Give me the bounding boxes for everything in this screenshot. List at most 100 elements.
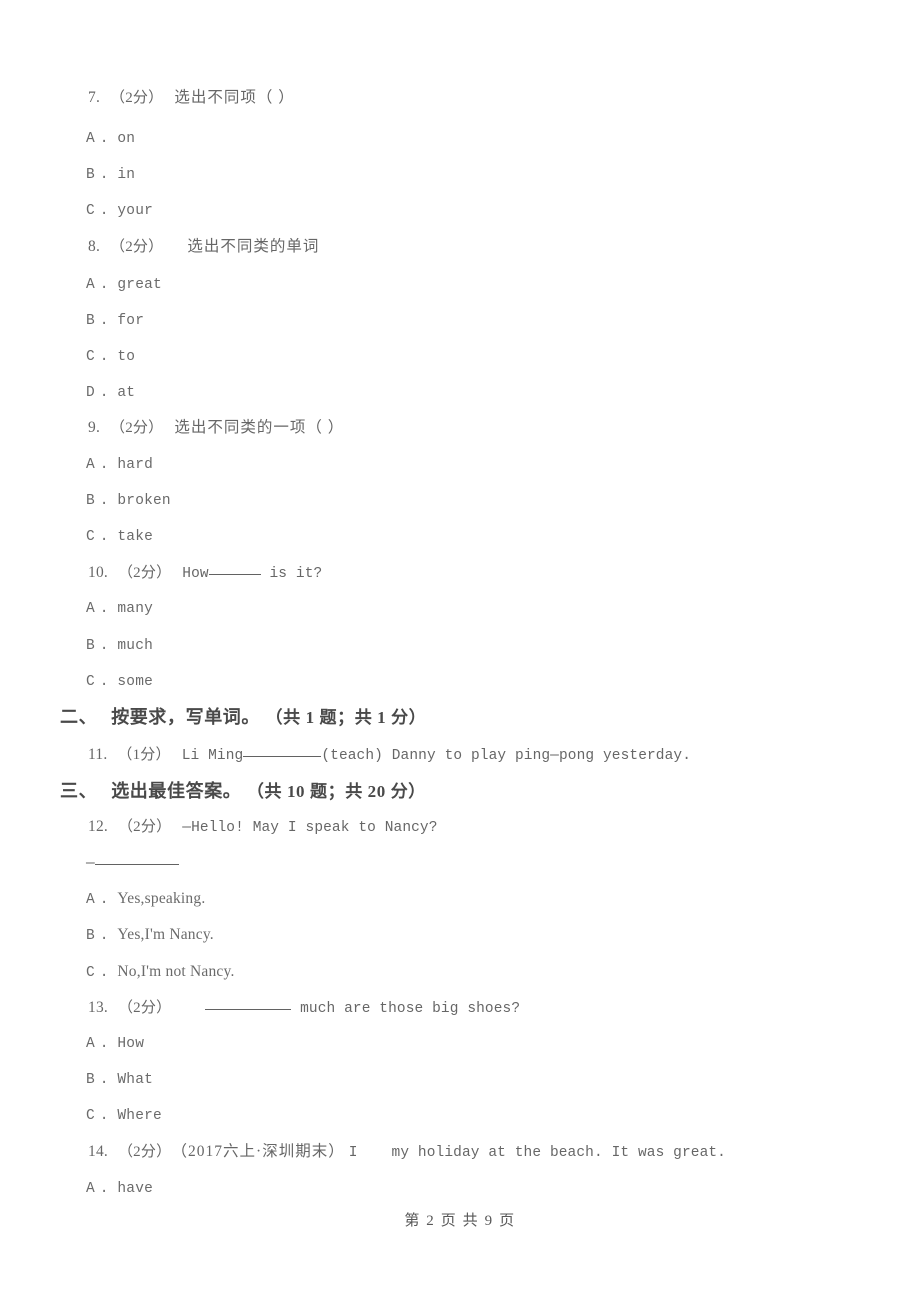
option-dot: . [99,965,109,981]
question-score-q9: （2分） [110,420,164,436]
option-q12-b[interactable]: B. Yes,I'm Nancy. [86,927,214,944]
option-q8-c[interactable]: C. to [86,349,135,365]
option-text: Yes,I'm Nancy. [117,926,214,943]
question-number-q11: 11. [88,746,108,763]
answer-blank-q13[interactable] [205,1009,292,1010]
question-score-q14: （2分） [117,1144,172,1160]
option-q8-b[interactable]: B. for [86,313,144,329]
section-heading-2: 二、 按要求，写单词。 （共 1 题；共 1 分） [60,708,426,726]
option-q9-a[interactable]: A. hard [86,457,153,473]
option-letter: A [86,131,95,147]
option-q8-d[interactable]: D. at [86,385,135,401]
option-q10-b[interactable]: B. much [86,638,153,654]
option-letter: C [86,529,95,545]
option-q12-a[interactable]: A. Yes,speaking. [86,891,205,908]
option-letter: B [86,493,95,509]
question-text-q10-before: How [182,566,209,582]
option-q9-c[interactable]: C. take [86,529,153,545]
section-count: （共 1 题；共 1 分） [274,708,427,727]
option-q13-b[interactable]: B. What [86,1072,153,1088]
section-heading-3: 三、 选出最佳答案。 （共 10 题；共 20 分） [60,782,426,800]
option-q9-b[interactable]: B. broken [86,493,171,509]
option-letter: C [86,1108,95,1124]
option-dot: . [99,1072,109,1088]
answer-blank-q10[interactable] [208,574,261,575]
question-number-q7: 7. [88,89,101,106]
option-letter: B [86,313,95,329]
option-dot: . [99,892,109,908]
option-q13-a[interactable]: A. How [86,1036,144,1052]
option-text: Where [117,1108,162,1124]
option-text: your [117,203,154,219]
option-q13-c[interactable]: C. Where [86,1108,162,1124]
option-text: have [117,1181,154,1197]
option-text: at [117,385,136,401]
option-text: some [117,674,154,690]
option-text: take [117,529,154,545]
option-text: to [117,349,136,365]
question-stem-q10: 10. （2分） How is it? [88,565,322,582]
question-stem-q9: 9. （2分） 选出不同类的一项（ ） [88,420,344,436]
answer-blank-q12[interactable] [94,864,179,865]
page-footer: 第 2 页 共 9 页 [404,1213,516,1229]
question-number-q9: 9. [88,419,101,436]
question-number-q12: 12. [88,818,108,835]
option-dot: . [99,529,109,545]
question-number-q14: 14. [88,1143,108,1160]
question-text-q7: 选出不同项（ ） [174,89,295,106]
option-q10-a[interactable]: A. many [86,601,153,617]
option-text: much [117,638,154,654]
option-letter: A [86,1181,95,1197]
section-title: 按要求，写单词。 [111,707,261,727]
option-letter: C [86,203,95,219]
question-score-q8: （2分） [110,239,164,255]
section-index: 三、 [60,781,98,801]
question-stem-q14: 14. （2分） （2017六上·深圳期末） Imy holiday at the b… [88,1144,726,1161]
question-text-q14-before: I [348,1145,358,1161]
question-stem-q13: 13. （2分） much are those big shoes? [88,1000,520,1017]
option-text: for [117,313,145,329]
option-letter: B [86,167,95,183]
option-text: Yes,speaking. [117,890,206,907]
option-letter: A [86,457,95,473]
question-score-q7: （2分） [110,90,164,106]
option-q7-c[interactable]: C. your [86,203,153,219]
option-dot: . [99,674,109,690]
option-text: What [117,1072,154,1088]
question-number-q10: 10. [88,564,108,581]
question-number-q13: 13. [88,999,108,1016]
option-text: How [117,1036,145,1052]
question-text-q12: —Hello! May I speak to Nancy? [182,820,438,836]
option-q10-c[interactable]: C. some [86,674,153,690]
question-text-q10-after: is it? [260,566,323,582]
option-dot: . [99,167,109,183]
option-q12-c[interactable]: C. No,I'm not Nancy. [86,964,235,981]
option-q7-a[interactable]: A. on [86,131,135,147]
option-text: broken [117,493,171,509]
option-letter: C [86,349,95,365]
section-count: （共 10 题；共 20 分） [255,782,426,801]
option-dot: . [99,385,109,401]
option-dot: . [99,638,109,654]
question-stem-q11: 11. （1分） Li Ming (teach) Danny to play ping… [88,747,691,764]
option-q14-a[interactable]: A. have [86,1181,153,1197]
option-text: No,I'm not Nancy. [117,963,235,980]
option-letter: B [86,928,95,944]
question-score-q12: （2分） [117,819,172,835]
option-dot: . [99,313,109,329]
option-letter: C [86,674,95,690]
option-q8-a[interactable]: A. great [86,277,162,293]
dialogue-dash: — [86,856,95,872]
option-letter: A [86,601,95,617]
answer-blank-q11[interactable] [243,756,322,757]
option-dot: . [99,601,109,617]
option-dot: . [99,203,109,219]
question-text-q11-after: (teach) Danny to play ping—pong yesterda… [321,748,692,764]
option-dot: . [99,493,109,509]
option-q7-b[interactable]: B. in [86,167,135,183]
question-source-q14: （2017六上·深圳期末） [179,1143,345,1160]
question-text-q13-after: much are those big shoes? [291,1001,521,1017]
option-letter: B [86,638,95,654]
option-dot: . [99,1108,109,1124]
question-text-q14-after: my holiday at the beach. It was great. [391,1145,726,1161]
